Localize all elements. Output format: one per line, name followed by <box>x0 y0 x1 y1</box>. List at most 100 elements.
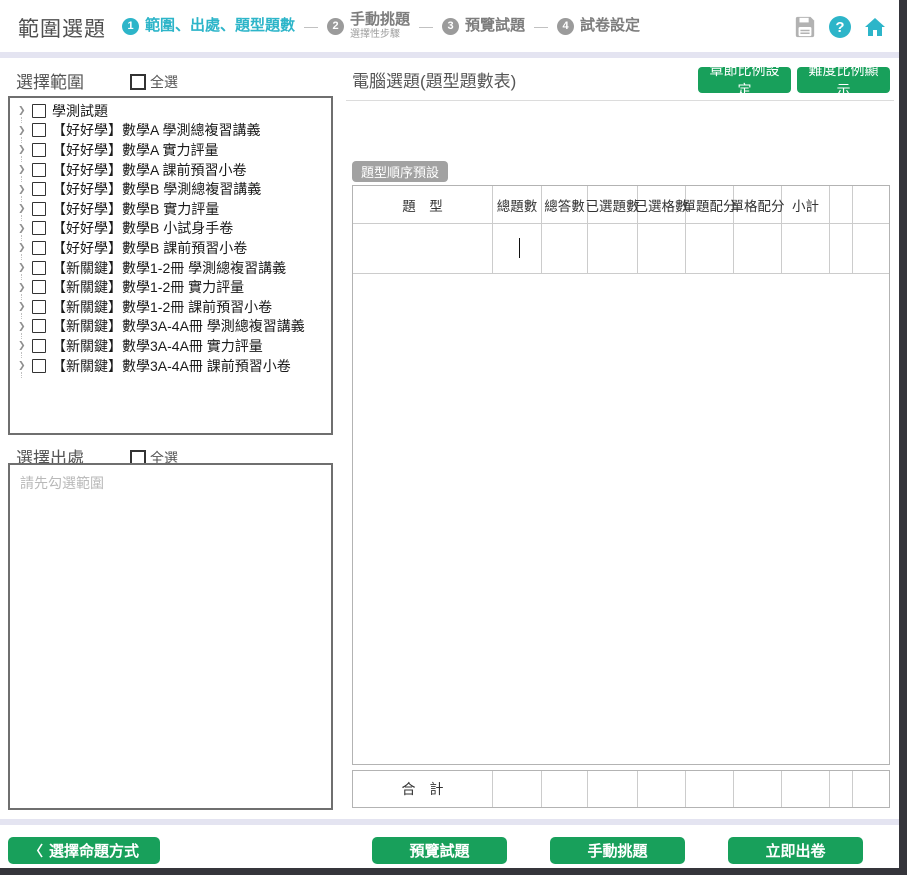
tree-item[interactable]: ❯【好好學】數學B 課前預習小卷 <box>10 238 331 258</box>
tree-item[interactable]: ❯【好好學】數學B 學測總複習講義 <box>10 179 331 199</box>
tree-item-checkbox[interactable] <box>32 280 46 294</box>
home-icon[interactable] <box>863 15 887 39</box>
expand-icon[interactable]: ❯ <box>18 360 32 371</box>
tree-item[interactable]: ❯【新關鍵】數學1-2冊 課前預習小卷 <box>10 297 331 317</box>
tree-item-checkbox[interactable] <box>32 319 46 333</box>
cell-subtotal[interactable] <box>782 224 830 274</box>
expand-icon[interactable]: ❯ <box>18 184 32 195</box>
step-3-label: 預覽試題 <box>465 18 525 35</box>
tree-item-checkbox[interactable] <box>32 123 46 137</box>
total-label: 合 計 <box>353 771 493 807</box>
text-caret <box>519 238 520 258</box>
cell-total-answers[interactable] <box>542 224 588 274</box>
tree-item-checkbox[interactable] <box>32 104 46 118</box>
header-divider <box>0 52 899 58</box>
table-header-row: 題 型 總題數 總答數 已選題數 已選格數 單題配分 單格配分 小計 <box>353 186 889 224</box>
total-row: 合 計 <box>352 770 890 808</box>
title-divider <box>346 100 894 101</box>
tree-item[interactable]: ❯學測試題 <box>10 101 331 121</box>
step-1-label: 範圍、出處、題型題數 <box>145 18 295 35</box>
manual-pick-button[interactable]: 手動挑題 <box>550 837 685 864</box>
range-select-all-checkbox[interactable] <box>130 74 146 90</box>
tree-item[interactable]: ❯【新關鍵】數學3A-4A冊 課前預習小卷 <box>10 356 331 376</box>
col-header-selected-questions: 已選題數 <box>588 186 638 224</box>
tree-item-checkbox[interactable] <box>32 339 46 353</box>
col-header-subtotal: 小計 <box>782 186 830 224</box>
range-select-all[interactable]: 全選 <box>130 72 178 92</box>
col-header-points-per-blank: 單格配分 <box>734 186 782 224</box>
tree-item[interactable]: ❯【好好學】數學A 學測總複習講義 <box>10 121 331 141</box>
tree-item-checkbox[interactable] <box>32 163 46 177</box>
tree-item[interactable]: ❯【新關鍵】數學1-2冊 學測總複習講義 <box>10 258 331 278</box>
step-3-number: 3 <box>442 18 459 35</box>
cell-question-type[interactable] <box>353 224 493 274</box>
step-2-manual[interactable]: 2 手動挑題 選擇性步驟 <box>327 12 410 40</box>
step-dash: — <box>304 18 318 34</box>
cell-selected-questions[interactable] <box>588 224 638 274</box>
col-header-total-questions: 總題數 <box>493 186 542 224</box>
total-selected-questions-value <box>588 771 638 807</box>
tree-item-checkbox[interactable] <box>32 241 46 255</box>
help-icon[interactable]: ? <box>828 15 852 39</box>
expand-icon[interactable]: ❯ <box>18 164 32 175</box>
expand-icon[interactable]: ❯ <box>18 301 32 312</box>
table-data-row[interactable] <box>353 224 889 274</box>
expand-icon[interactable]: ❯ <box>18 262 32 273</box>
tree-item[interactable]: ❯【好好學】數學B 實力評量 <box>10 199 331 219</box>
step-1-range[interactable]: 1 範圍、出處、題型題數 <box>122 18 295 35</box>
computer-selection-title: 電腦選題(題型題數表) <box>352 67 516 92</box>
col-header-empty <box>830 186 853 224</box>
expand-icon[interactable]: ❯ <box>18 321 32 332</box>
step-4-label: 試卷設定 <box>580 18 640 35</box>
tree-item[interactable]: ❯【好好學】數學A 課前預習小卷 <box>10 160 331 180</box>
step-2-number: 2 <box>327 18 344 35</box>
expand-icon[interactable]: ❯ <box>18 223 32 234</box>
expand-icon[interactable]: ❯ <box>18 125 32 136</box>
step-dash: — <box>419 18 433 34</box>
tree-item-checkbox[interactable] <box>32 202 46 216</box>
tree-item-checkbox[interactable] <box>32 182 46 196</box>
difficulty-ratio-button[interactable]: 難度比例顯示 <box>797 67 890 93</box>
chapter-ratio-button[interactable]: 章節比例設定 <box>698 67 791 93</box>
step-indicator: 1 範圍、出處、題型題數 — 2 手動挑題 選擇性步驟 — 3 預覽試題 — 4… <box>122 0 640 52</box>
expand-icon[interactable]: ❯ <box>18 105 32 116</box>
back-to-method-button[interactable]: 〈 選擇命題方式 <box>8 837 160 864</box>
col-header-empty <box>853 186 889 224</box>
tree-item-checkbox[interactable] <box>32 221 46 235</box>
cell-points-per-blank[interactable] <box>734 224 782 274</box>
page-title: 範圍選題 <box>18 13 106 43</box>
expand-icon[interactable]: ❯ <box>18 242 32 253</box>
question-type-table: 題 型 總題數 總答數 已選題數 已選格數 單題配分 單格配分 小計 <box>352 185 890 765</box>
chevron-left-icon: 〈 <box>29 841 43 861</box>
tree-item-checkbox[interactable] <box>32 261 46 275</box>
tree-item-checkbox[interactable] <box>32 359 46 373</box>
step-dash: — <box>534 18 548 34</box>
tree-item-checkbox[interactable] <box>32 300 46 314</box>
col-header-question-type: 題 型 <box>353 186 493 224</box>
expand-icon[interactable]: ❯ <box>18 203 32 214</box>
generate-paper-button[interactable]: 立即出卷 <box>728 837 863 864</box>
source-placeholder: 請先勾選範圍 <box>20 473 104 493</box>
cell-points-per-question[interactable] <box>686 224 734 274</box>
header-icons: ? <box>793 15 887 39</box>
expand-icon[interactable]: ❯ <box>18 144 32 155</box>
question-type-preset-badge[interactable]: 題型順序預設 <box>352 161 448 182</box>
range-section-title: 選擇範圍 <box>16 68 84 93</box>
tree-item[interactable]: ❯【新關鍵】數學3A-4A冊 實力評量 <box>10 336 331 356</box>
cell-total-questions[interactable] <box>493 224 542 274</box>
preview-questions-button[interactable]: 預覽試題 <box>372 837 507 864</box>
total-questions-value <box>493 771 542 807</box>
tree-item[interactable]: ❯【好好學】數學A 實力評量 <box>10 140 331 160</box>
tree-item-checkbox[interactable] <box>32 143 46 157</box>
tree-item[interactable]: ❯【新關鍵】數學3A-4A冊 學測總複習講義 <box>10 317 331 337</box>
tree-item[interactable]: ❯【新關鍵】數學1-2冊 實力評量 <box>10 277 331 297</box>
step-3-preview[interactable]: 3 預覽試題 <box>442 18 525 35</box>
expand-icon[interactable]: ❯ <box>18 282 32 293</box>
expand-icon[interactable]: ❯ <box>18 340 32 351</box>
source-list-box[interactable]: 請先勾選範圍 <box>8 463 333 810</box>
step-2-label: 手動挑題 <box>350 12 410 29</box>
tree-item[interactable]: ❯【好好學】數學B 小試身手卷 <box>10 219 331 239</box>
cell-selected-blanks[interactable] <box>638 224 686 274</box>
step-4-settings[interactable]: 4 試卷設定 <box>557 18 640 35</box>
save-icon[interactable] <box>793 15 817 39</box>
